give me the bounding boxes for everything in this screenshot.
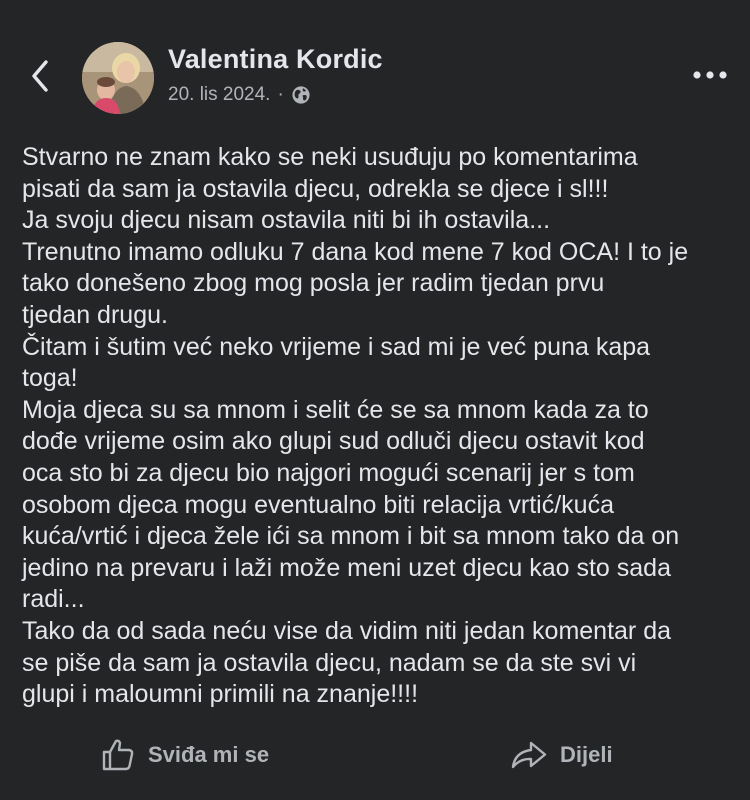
share-icon <box>511 741 547 769</box>
meta-separator: · <box>277 84 284 105</box>
share-button[interactable]: Dijeli <box>510 734 613 776</box>
post-meta: 20. lis 2024. · <box>168 84 311 106</box>
post-header: Valentina Kordic 20. lis 2024. · <box>0 0 750 130</box>
avatar-photo <box>82 42 154 114</box>
more-options-button[interactable] <box>690 60 730 90</box>
post-body-text: Stvarno ne znam kako se neki usuđuju po … <box>22 143 689 709</box>
share-label: Dijeli <box>560 742 613 767</box>
post-date[interactable]: 20. lis 2024. <box>168 84 270 106</box>
chevron-left-icon <box>32 60 48 92</box>
avatar[interactable] <box>82 42 154 114</box>
thumbs-up-icon <box>102 739 134 771</box>
back-button[interactable] <box>24 56 60 96</box>
like-button[interactable]: Sviđa mi se <box>100 734 269 776</box>
more-horizontal-icon <box>693 71 727 79</box>
like-label: Sviđa mi se <box>148 742 270 767</box>
author-name[interactable]: Valentina Kordic <box>168 44 383 75</box>
globe-icon <box>292 86 310 104</box>
post-action-bar: Sviđa mi se Dijeli <box>0 722 750 788</box>
